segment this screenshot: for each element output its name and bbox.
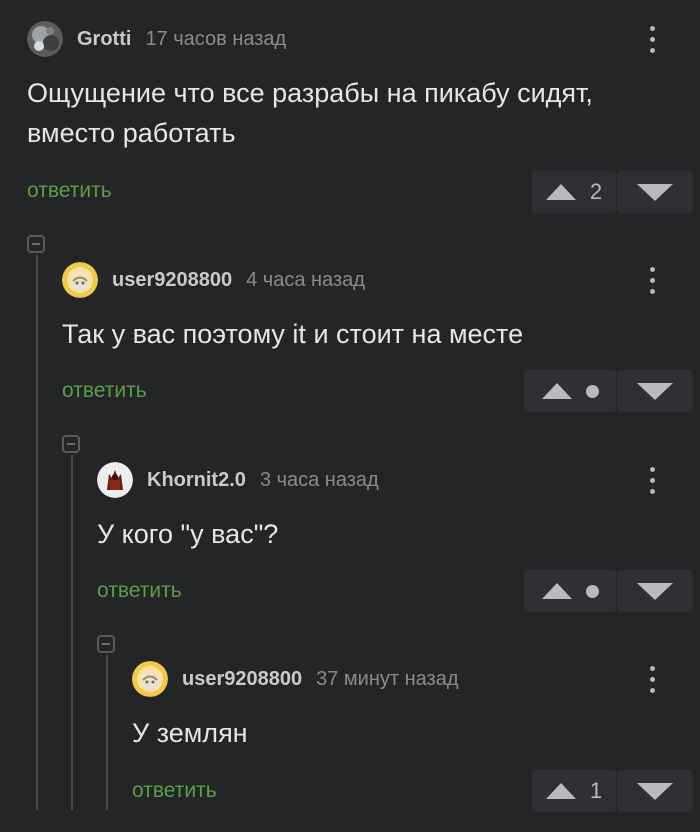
- downvote-button[interactable]: [617, 171, 693, 213]
- reply-link[interactable]: ответить: [132, 779, 217, 803]
- downvote-icon: [637, 582, 673, 600]
- comment-time: 4 часа назад: [246, 268, 365, 291]
- author-name[interactable]: Khornit2.0: [147, 469, 246, 492]
- comment-text: Так у вас поэтому it и стоит на месте: [62, 319, 524, 349]
- downvote-icon: [637, 382, 673, 400]
- author-name[interactable]: Grotti: [77, 28, 131, 51]
- avatar[interactable]: [132, 661, 168, 697]
- comment-header: Grotti 17 часов назад: [27, 19, 286, 59]
- more-vertical-icon[interactable]: [642, 19, 662, 59]
- avatar[interactable]: [27, 21, 63, 57]
- more-vertical-icon[interactable]: [642, 260, 662, 300]
- downvote-button[interactable]: [617, 370, 693, 412]
- comment-thread: Grotti 17 часов назад Ощущение что все р…: [0, 0, 700, 832]
- comment-text-line: вместо работать: [27, 118, 236, 148]
- rating-count: 1: [589, 778, 603, 803]
- collapse-thread-icon[interactable]: [62, 435, 80, 453]
- thread-line: [36, 255, 38, 810]
- more-vertical-icon[interactable]: [642, 460, 662, 500]
- comment-header: user9208800 4 часа назад: [62, 260, 365, 300]
- downvote-button[interactable]: [617, 570, 693, 612]
- thread-line: [106, 655, 108, 810]
- upvote-icon: [541, 383, 572, 399]
- reply-link[interactable]: ответить: [27, 179, 112, 203]
- avatar[interactable]: [97, 462, 133, 498]
- author-name[interactable]: user9208800: [112, 269, 232, 292]
- collapse-thread-icon[interactable]: [27, 235, 45, 253]
- downvote-icon: [637, 183, 673, 201]
- comment-text: У кого "у вас"?: [97, 519, 279, 549]
- hidden-rating-dot: [585, 384, 599, 398]
- downvote-icon: [637, 782, 673, 800]
- collapse-thread-icon[interactable]: [97, 635, 115, 653]
- rating-count: 2: [589, 179, 603, 204]
- upvote-icon: [545, 783, 576, 799]
- avatar[interactable]: [62, 262, 98, 298]
- comment-time: 37 минут назад: [316, 667, 459, 690]
- upvote-button[interactable]: 1: [532, 770, 616, 812]
- upvote-button[interactable]: 2: [532, 171, 616, 213]
- comment-text: У землян: [132, 718, 248, 748]
- thread-line: [71, 455, 73, 810]
- upvote-button[interactable]: [524, 570, 616, 612]
- comment-header: Khornit2.0 3 часа назад: [97, 460, 379, 500]
- comment-text-line: Ощущение что все разрабы на пикабу сидят…: [27, 78, 593, 108]
- comment-text: Ощущение что все разрабы на пикабу сидят…: [27, 73, 593, 153]
- comment-header: user9208800 37 минут назад: [132, 659, 459, 699]
- comment-time: 17 часов назад: [145, 27, 287, 50]
- upvote-icon: [541, 583, 572, 599]
- reply-link[interactable]: ответить: [62, 379, 147, 403]
- more-vertical-icon[interactable]: [642, 659, 662, 699]
- hidden-rating-dot: [585, 584, 599, 598]
- reply-link[interactable]: ответить: [97, 579, 182, 603]
- upvote-icon: [545, 184, 576, 200]
- author-name[interactable]: user9208800: [182, 668, 302, 691]
- comment-time: 3 часа назад: [259, 468, 379, 491]
- upvote-button[interactable]: [524, 370, 616, 412]
- downvote-button[interactable]: [617, 770, 693, 812]
